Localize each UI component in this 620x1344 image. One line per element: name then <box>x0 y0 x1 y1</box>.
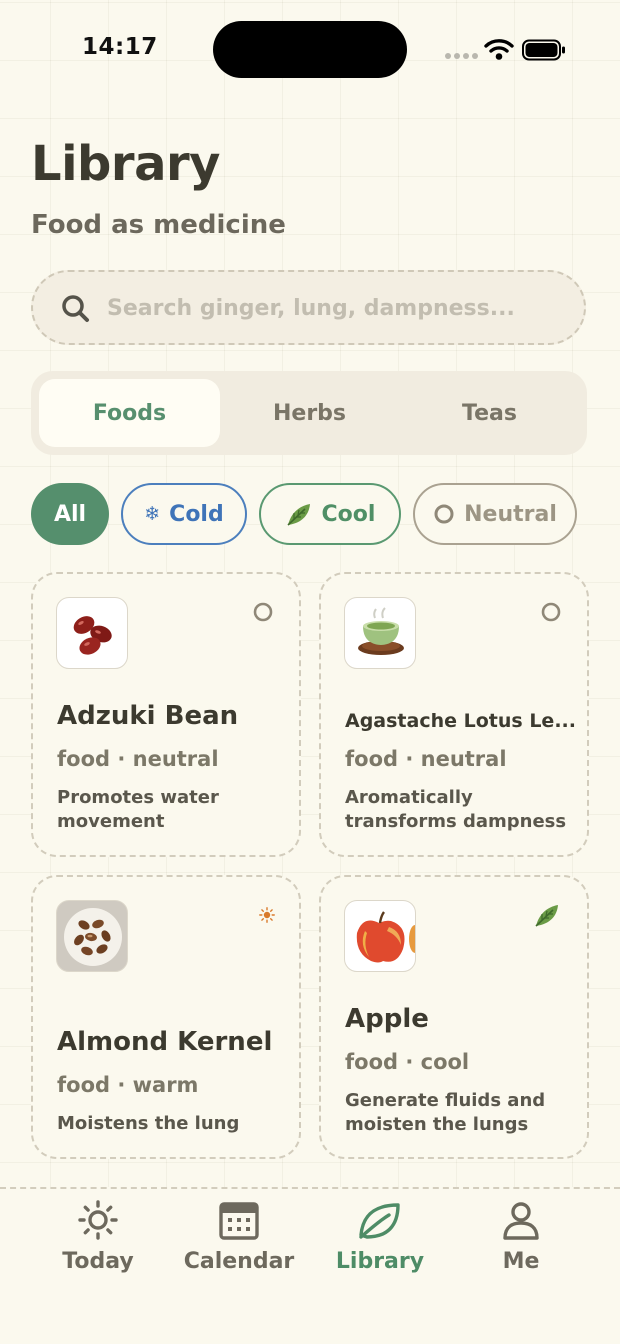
filter-all[interactable]: All <box>31 483 109 545</box>
food-card-almond-kernel[interactable]: Almond Kernel food · warm Moistens the l… <box>31 875 301 1159</box>
dynamic-island <box>213 21 407 78</box>
page-subtitle: Food as medicine <box>31 210 286 240</box>
tab-calendar[interactable]: Calendar <box>169 1199 309 1274</box>
card-meta: food · cool <box>345 1050 470 1074</box>
food-card-agastache-lotus-leaf[interactable]: Agastache Lotus Le... food · neutral Aro… <box>319 572 589 857</box>
tab-teas[interactable]: Teas <box>399 379 580 447</box>
circle-icon <box>434 504 454 524</box>
search-icon <box>62 295 89 322</box>
tab-today[interactable]: Today <box>28 1199 168 1274</box>
calendar-icon <box>219 1202 259 1240</box>
neutral-circle-icon <box>541 602 561 622</box>
card-name: Agastache Lotus Le... <box>345 710 576 732</box>
status-time: 14:17 <box>82 34 158 60</box>
sun-icon <box>78 1200 118 1240</box>
filter-cold[interactable]: ❄ Cold <box>121 483 247 545</box>
category-segmented-control: Foods Herbs Teas <box>31 371 587 455</box>
bottom-tab-bar: Today Calendar Library Me <box>0 1187 620 1344</box>
card-meta: food · neutral <box>345 747 507 771</box>
snowflake-icon: ❄ <box>144 503 161 525</box>
filter-label: Neutral <box>464 501 557 527</box>
card-name: Almond Kernel <box>57 1027 273 1057</box>
search-input[interactable] <box>107 290 557 326</box>
card-name: Adzuki Bean <box>57 701 239 731</box>
food-card-adzuki-bean[interactable]: Adzuki Bean food · neutral Promotes wate… <box>31 572 301 857</box>
tab-label: Library <box>335 1249 425 1274</box>
card-description: Promotes water movement <box>57 787 219 832</box>
person-icon <box>503 1202 539 1240</box>
neutral-circle-icon <box>253 602 273 622</box>
search-bar[interactable] <box>31 270 586 345</box>
tab-label: Calendar <box>183 1249 295 1274</box>
tab-me[interactable]: Me <box>451 1199 591 1274</box>
filter-neutral[interactable]: Neutral <box>413 483 577 545</box>
leaf-icon <box>359 1203 400 1239</box>
page-title: Library <box>31 136 220 192</box>
card-description: Generate fluids and moisten the lungs <box>345 1090 546 1135</box>
signal-dots-icon <box>445 53 478 59</box>
leaf-icon <box>286 504 310 526</box>
filter-cool[interactable]: Cool <box>259 483 401 545</box>
filter-label: All <box>53 501 87 527</box>
almonds-bowl-image <box>56 900 128 972</box>
tab-label: Today <box>62 1249 134 1274</box>
card-description: Moistens the lung <box>57 1113 240 1134</box>
filter-label: Cold <box>169 501 224 527</box>
apple-image <box>344 900 416 972</box>
sun-icon <box>259 907 275 923</box>
card-meta: food · warm <box>57 1073 199 1097</box>
leaf-icon <box>535 905 558 927</box>
tab-foods[interactable]: Foods <box>39 379 220 447</box>
food-card-apple[interactable]: Apple food · cool Generate fluids and mo… <box>319 875 589 1159</box>
tab-herbs[interactable]: Herbs <box>219 379 400 447</box>
green-tea-cup-image <box>344 597 416 669</box>
battery-icon <box>522 39 565 61</box>
card-name: Apple <box>345 1004 429 1034</box>
card-description: Aromatically transforms dampness <box>345 787 567 832</box>
tab-label: Me <box>502 1249 540 1274</box>
adzuki-beans-image <box>56 597 128 669</box>
wifi-icon <box>484 39 514 60</box>
card-meta: food · neutral <box>57 747 219 771</box>
filter-label: Cool <box>321 501 376 527</box>
tab-library[interactable]: Library <box>310 1199 450 1274</box>
